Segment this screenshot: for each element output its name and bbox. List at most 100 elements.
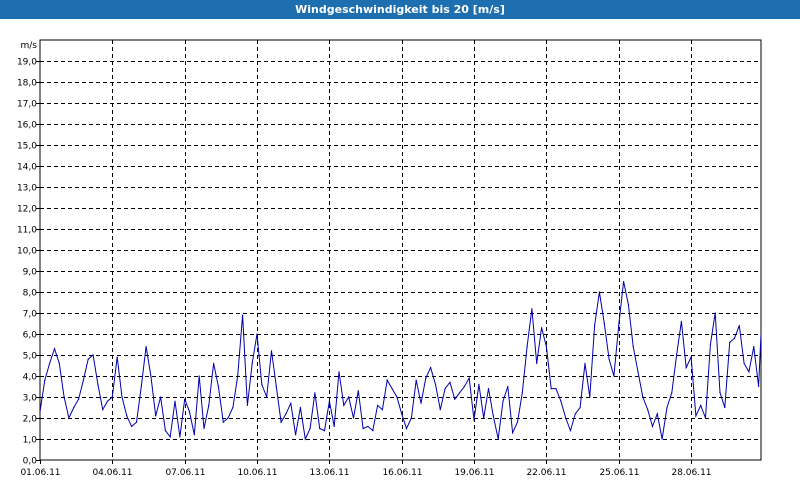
data-point: [386, 379, 388, 381]
data-point: [565, 417, 567, 419]
data-point: [680, 320, 683, 322]
data-point: [444, 388, 446, 390]
data-point: [280, 421, 282, 423]
data-point: [483, 417, 485, 419]
data-point: [242, 314, 244, 316]
data-point: [169, 436, 171, 438]
data-point: [116, 356, 118, 358]
data-point: [343, 404, 345, 406]
data-point: [569, 430, 572, 432]
data-point: [637, 371, 639, 373]
y-tick-label: 15,0: [17, 142, 37, 152]
data-point: [111, 396, 113, 398]
data-point: [502, 400, 504, 402]
data-point: [753, 346, 755, 348]
data-point: [68, 417, 70, 419]
data-point: [121, 396, 123, 398]
data-point: [743, 362, 745, 364]
data-point: [719, 392, 721, 394]
data-point: [729, 341, 731, 343]
data-point: [261, 383, 263, 385]
x-tick-label: 28.06.11: [671, 468, 711, 478]
data-point: [545, 346, 548, 348]
data-point: [145, 346, 147, 348]
data-point: [531, 308, 533, 310]
x-tick-label: 07.06.11: [165, 468, 205, 478]
data-point: [208, 404, 210, 406]
data-point: [526, 346, 528, 348]
data-point: [319, 427, 321, 430]
data-point: [49, 362, 51, 364]
data-point: [232, 406, 234, 409]
chart-window: Windgeschwindigkeit bis 20 [m/s] 0,0 1,0 2…: [0, 0, 800, 500]
data-point: [661, 438, 663, 440]
data-point: [623, 280, 625, 283]
x-tick-label: 04.06.11: [92, 468, 132, 478]
data-point: [299, 406, 301, 409]
x-tick-label: 10.06.11: [237, 468, 277, 478]
y-tick-label: 19,0: [17, 58, 37, 68]
x-tick-label: 19.06.11: [454, 468, 494, 478]
data-point: [642, 396, 644, 398]
data-point: [536, 362, 538, 364]
data-point: [150, 375, 152, 377]
y-tick-label: 6,0: [23, 331, 38, 341]
data-point: [381, 409, 383, 411]
data-point: [550, 388, 552, 390]
data-point: [304, 438, 306, 440]
data-point: [372, 430, 374, 432]
data-point: [425, 377, 427, 379]
data-point: [92, 354, 94, 356]
data-point: [290, 402, 292, 404]
data-point: [58, 362, 60, 364]
x-tick-label: 22.06.11: [526, 468, 566, 478]
data-point: [405, 427, 408, 430]
data-point: [348, 396, 350, 398]
data-point: [106, 400, 109, 402]
data-point: [511, 432, 514, 434]
data-point: [700, 404, 702, 406]
y-tick-label: 5,0: [23, 352, 38, 362]
data-point: [184, 398, 186, 400]
data-point: [473, 419, 475, 421]
data-point: [516, 421, 519, 423]
data-point: [666, 406, 668, 409]
data-point: [709, 343, 712, 346]
data-point: [270, 350, 273, 352]
data-point: [459, 392, 461, 394]
data-point: [396, 396, 398, 398]
data-point: [738, 325, 740, 327]
data-point: [594, 325, 596, 327]
y-tick-label: 11,0: [17, 226, 37, 236]
data-point: [179, 436, 181, 438]
y-tick-label: 3,0: [23, 394, 38, 404]
data-point: [733, 337, 736, 339]
data-point: [598, 291, 601, 293]
data-point: [53, 348, 56, 350]
data-point: [449, 381, 451, 383]
data-point: [213, 362, 215, 364]
data-point: [492, 415, 494, 417]
data-point: [439, 409, 441, 411]
data-point: [478, 383, 480, 385]
y-tick-label: 14,0: [17, 163, 37, 173]
data-point: [468, 377, 470, 379]
data-point: [487, 388, 490, 390]
data-point: [193, 434, 195, 436]
x-tick-label: 13.06.11: [309, 468, 349, 478]
data-point: [217, 385, 219, 388]
data-point: [651, 425, 654, 427]
data-point: [589, 396, 591, 398]
y-tick-label: 13,0: [17, 184, 37, 194]
data-point: [497, 438, 499, 440]
data-point: [704, 417, 707, 419]
data-point: [160, 396, 162, 398]
data-point: [415, 379, 417, 381]
data-point: [627, 304, 630, 306]
data-point: [140, 385, 142, 388]
data-point: [82, 379, 84, 381]
data-point: [203, 427, 205, 430]
data-point: [155, 415, 157, 417]
y-tick-label: 10,0: [17, 247, 37, 257]
data-point: [618, 325, 620, 327]
